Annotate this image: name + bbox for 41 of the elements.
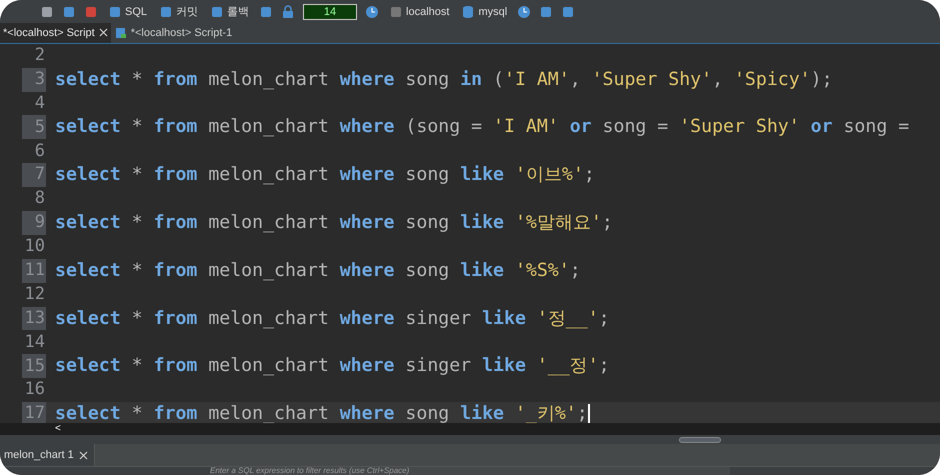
toolbar-button[interactable]: 롤백 [208,4,252,20]
lock-icon[interactable] [281,4,296,19]
max-rows-field[interactable]: 14 [303,4,358,20]
line-number: 10 [24,235,46,258]
line-number: 2 [34,44,46,67]
line-number: 12 [24,282,46,306]
line-number: 4 [34,92,46,115]
toolbar-button[interactable]: localhost [387,4,452,20]
line-number: 6 [34,140,46,163]
code-line: select * from melon_chart where singer like '정__'; [55,306,610,331]
code-line: select * from melon_chart where song like '%S%'; [55,258,581,283]
panel-toggle-handle[interactable] [679,436,721,443]
code-line: select * from melon_chart where song like '%말해요'; [55,210,613,235]
code-line: select * from melon_chart where singer like '__정'; [55,354,610,378]
code-line: select * from melon_chart where song like '_키%'; [55,402,590,424]
line-number: 14 [24,330,46,354]
line-number: 7 [22,163,46,188]
line-number: 9 [22,211,46,235]
toolbar-button[interactable]: mysql [459,4,510,20]
close-icon[interactable] [98,28,108,38]
clock-icon[interactable] [365,4,380,19]
editor-tab[interactable]: *<localhost> Script-1 [110,22,236,43]
line-number: 16 [24,378,46,402]
code-line: select * from melon_chart where (song = 'I AM' or song = 'Super Shy' or song = [55,115,910,140]
scroll-left-arrow[interactable]: < [55,424,61,434]
filter-field[interactable]: Enter a SQL expression to filter results (use Ctrl+Space) [210,466,730,475]
close-icon[interactable] [78,450,88,460]
line-number: 13 [22,306,46,330]
toolbar-button[interactable]: 커밋 [157,4,200,20]
line-number: 17 [22,402,46,424]
code-line: select * from melon_chart where song in ('I AM', 'Super Shy', 'Spicy'); [55,68,833,92]
line-number: 15 [22,354,46,378]
toolbar-button[interactable]: SQL [106,4,150,20]
results-tab[interactable]: melon_chart 1 [0,444,95,466]
database-icon [461,4,476,19]
line-number: 3 [22,68,46,92]
line-number: 5 [22,115,46,140]
code-line: select * from melon_chart where song like '이브%'; [55,163,595,188]
line-number: 11 [22,258,46,283]
line-number: 8 [34,187,46,210]
editor-tab[interactable]: *<localhost> Script [0,22,111,43]
